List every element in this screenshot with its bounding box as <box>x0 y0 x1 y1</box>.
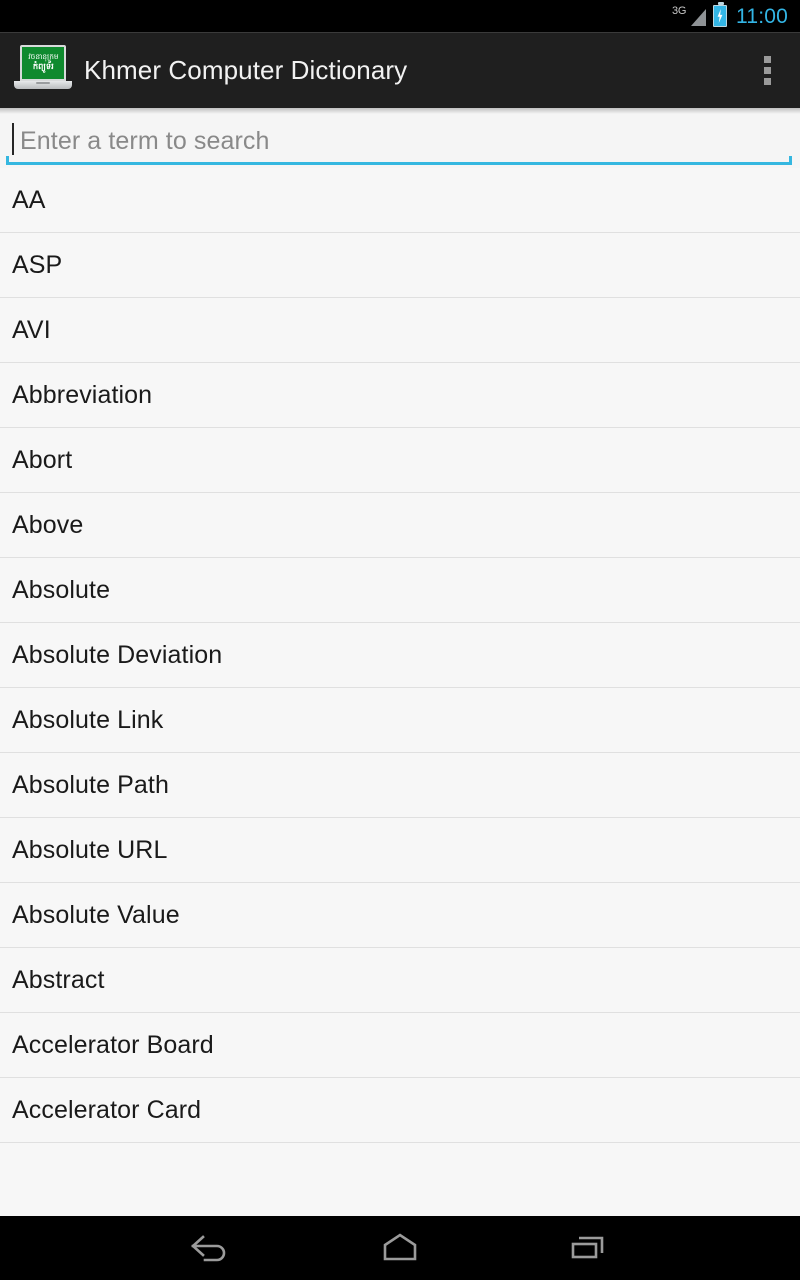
icon-khmer-text-line1: វចនានុក្រម <box>27 52 59 61</box>
list-item-label: Absolute Value <box>12 900 180 929</box>
page-title: Khmer Computer Dictionary <box>84 55 408 85</box>
app-screen: 3G 11:00 វចនានុក្រម កំព្យូទ័រ Khmer Comp… <box>0 0 800 1280</box>
list-item-label: Absolute Path <box>12 770 169 799</box>
status-bar-clock: 11:00 <box>736 4 788 28</box>
list-item[interactable]: Absolute Deviation <box>0 623 800 688</box>
home-icon[interactable] <box>364 1216 436 1280</box>
search-input[interactable]: Enter a term to search <box>6 117 792 165</box>
network-type-label: 3G <box>672 5 687 17</box>
khmer-dictionary-laptop-icon[interactable]: វចនានុក្រម កំព្យូទ័រ <box>14 43 72 99</box>
list-item[interactable]: Absolute Value <box>0 883 800 948</box>
search-underline <box>6 162 792 165</box>
list-item[interactable]: Abort <box>0 428 800 493</box>
list-item-label: AVI <box>12 315 51 344</box>
list-item[interactable]: Above <box>0 493 800 558</box>
charging-bolt-shape <box>717 9 723 23</box>
list-item[interactable]: Absolute URL <box>0 818 800 883</box>
search-container: Enter a term to search <box>0 114 800 168</box>
laptop-screen-content: វចនានុក្រម កំព្យូទ័រ <box>22 46 64 79</box>
list-item[interactable]: AA <box>0 168 800 233</box>
list-item-label: AA <box>12 185 46 214</box>
text-cursor <box>12 123 14 155</box>
overflow-dot-2 <box>763 67 771 74</box>
battery-charging-icon <box>713 2 727 27</box>
overflow-dot-3 <box>763 78 771 85</box>
list-item-label: Accelerator Card <box>12 1095 202 1124</box>
list-item-label: Absolute Deviation <box>12 640 223 669</box>
laptop-base-shape <box>14 80 72 89</box>
list-item[interactable]: Absolute <box>0 558 800 623</box>
list-item-label: ASP <box>12 250 63 279</box>
back-arrow-icon[interactable] <box>176 1216 248 1280</box>
list-item[interactable]: Absolute Path <box>0 753 800 818</box>
list-item[interactable]: ASP <box>0 233 800 298</box>
search-underline-right-tick <box>789 156 792 165</box>
recents-icon[interactable] <box>552 1216 624 1280</box>
action-bar: វចនានុក្រម កំព្យូទ័រ Khmer Computer Dict… <box>0 32 800 108</box>
list-item[interactable]: Accelerator Board <box>0 1013 800 1078</box>
search-placeholder: Enter a term to search <box>20 126 270 155</box>
list-item[interactable]: Abbreviation <box>0 363 800 428</box>
laptop-screen-shape: វចនានុក្រម កំព្យូទ័រ <box>20 44 66 81</box>
status-bar: 3G 11:00 <box>0 0 800 32</box>
list-item-label: Absolute <box>12 575 111 604</box>
list-item-label: Accelerator Board <box>12 1030 214 1059</box>
list-item[interactable]: Absolute Link <box>0 688 800 753</box>
overflow-dot-1 <box>763 56 771 63</box>
list-item-label: Absolute Link <box>12 705 164 734</box>
list-item[interactable]: AVI <box>0 298 800 363</box>
list-item-label: Abbreviation <box>12 380 153 409</box>
list-item-label: Absolute URL <box>12 835 168 864</box>
signal-bars-shape <box>691 9 706 26</box>
status-bar-icons: 3G 11:00 <box>672 0 788 32</box>
list-item-label: Abstract <box>12 965 105 994</box>
dictionary-term-list[interactable]: AA ASP AVI Abbreviation Abort Above Absolute Ab… <box>0 168 800 1216</box>
list-item[interactable]: Abstract <box>0 948 800 1013</box>
signal-triangle-icon: 3G <box>672 4 706 28</box>
overflow-menu-icon[interactable] <box>744 33 790 109</box>
list-item-label: Above <box>12 510 84 539</box>
list-item[interactable]: Accelerator Card <box>0 1078 800 1143</box>
icon-khmer-text-line2: កំព្យូទ័រ <box>32 62 54 72</box>
list-item-label: Abort <box>12 445 73 474</box>
search-underline-left-tick <box>6 156 9 165</box>
system-navigation-bar <box>0 1216 800 1280</box>
